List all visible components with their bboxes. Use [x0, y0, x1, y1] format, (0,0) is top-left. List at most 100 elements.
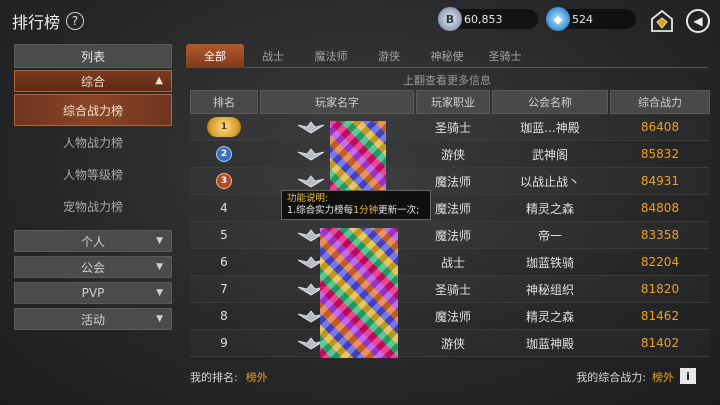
rank-cell: 3 — [190, 168, 258, 195]
my-power-label: 我的综合战力: — [576, 371, 646, 384]
col-power: 综合战力 — [610, 90, 710, 114]
rank-cell: 1 — [190, 114, 258, 141]
rank-number: 8 — [220, 309, 228, 323]
rank-number: 7 — [220, 282, 228, 296]
class-cell: 游侠 — [440, 147, 465, 162]
guild-emblem-icon — [298, 148, 324, 161]
guild-cell: 珈蓝铁骑 — [525, 255, 574, 270]
class-cell: 战士 — [440, 255, 465, 270]
gold-balance[interactable]: B 60,853 — [438, 7, 538, 31]
sidebar-item-pet-power[interactable]: 宠物战力榜 — [14, 190, 172, 222]
guild-cell: 精灵之森 — [525, 309, 574, 324]
power-cell: 82204 — [640, 255, 680, 269]
power-cell: 81820 — [640, 282, 680, 296]
sidebar-category-guild[interactable]: 公会 ▼ — [14, 256, 172, 278]
rank-number: 9 — [220, 336, 228, 350]
name-mosaic — [330, 121, 386, 191]
table-row[interactable]: 6 战士 珈蓝铁骑 82204 — [190, 249, 710, 276]
tab-mage[interactable]: 魔法师 — [302, 44, 360, 68]
category-label: PVP — [81, 286, 105, 300]
table-row[interactable]: 5 魔法师 帝一 83358 — [190, 222, 710, 249]
tooltip-text: 1.综合实力榜每 — [287, 205, 354, 216]
name-mosaic — [320, 228, 398, 358]
sidebar-header: 列表 — [14, 44, 172, 68]
tab-ranger[interactable]: 游侠 — [360, 44, 418, 68]
class-cell: 游侠 — [440, 336, 465, 351]
table-row[interactable]: 3 魔法师 以战止战丶 84931 — [190, 168, 710, 195]
sidebar-item-character-power[interactable]: 人物战力榜 — [14, 126, 172, 158]
power-cell: 85832 — [640, 147, 680, 161]
col-player: 玩家名字 — [260, 90, 414, 114]
rank-medal-icon: 3 — [216, 173, 232, 189]
sidebar-item-overall-power[interactable]: 综合战力榜 — [14, 94, 172, 126]
table-header: 排名 玩家名字 玩家职业 公会名称 综合战力 — [190, 90, 710, 114]
sidebar-item-character-level[interactable]: 人物等级榜 — [14, 158, 172, 190]
rank-cell: 7 — [190, 276, 258, 303]
power-cell: 83358 — [640, 228, 680, 242]
rank-cell: 8 — [190, 303, 258, 330]
gem-balance[interactable]: ◆ 524 — [546, 7, 636, 31]
guild-cell: 以战止战丶 — [519, 174, 580, 189]
power-cell: 81402 — [640, 336, 680, 350]
power-cell: 86408 — [640, 120, 680, 134]
table-row[interactable]: 8 魔法师 精灵之森 81462 — [190, 303, 710, 330]
expand-down-icon: ▼ — [156, 236, 163, 246]
back-icon: ◀ — [693, 14, 703, 28]
class-cell: 魔法师 — [434, 228, 471, 243]
rank-number: 4 — [220, 201, 228, 215]
sidebar-category-events[interactable]: 活动 ▼ — [14, 308, 172, 330]
my-rank-footer: 我的排名: 榜外 我的综合战力: 榜外 i — [190, 366, 710, 388]
help-icon[interactable]: ? — [66, 12, 85, 30]
shop-icon[interactable] — [650, 9, 674, 33]
rank-cell: 2 — [190, 141, 258, 168]
expand-down-icon: ▼ — [156, 288, 163, 298]
rank-medal-icon: 2 — [216, 146, 232, 162]
power-cell: 84808 — [640, 201, 680, 215]
sidebar: 列表 综合 ▲ 综合战力榜 人物战力榜 人物等级榜 宠物战力榜 个人 ▼ 公会 … — [14, 44, 172, 330]
gem-amount: 524 — [572, 12, 593, 26]
table-row[interactable]: 7 圣骑士 神秘组织 81820 — [190, 276, 710, 303]
info-icon[interactable]: i — [680, 368, 696, 384]
power-cell: 84931 — [640, 174, 680, 188]
class-cell: 圣骑士 — [434, 120, 471, 135]
tooltip-text: 更新一次; — [378, 205, 420, 216]
col-rank: 排名 — [190, 90, 258, 114]
guild-emblem-icon — [298, 175, 324, 188]
col-guild: 公会名称 — [492, 90, 608, 114]
rank-cell: 9 — [190, 330, 258, 357]
table-row[interactable]: 2 游侠 武神阁 85832 — [190, 141, 710, 168]
sidebar-category-pvp[interactable]: PVP ▼ — [14, 282, 172, 304]
function-tooltip: 功能说明: 1.综合实力榜每1分钟更新一次; — [281, 190, 431, 220]
rank-medal-icon: 1 — [207, 117, 241, 137]
guild-cell: 珈蓝...神殿 — [520, 120, 580, 135]
gold-amount: 60,853 — [464, 12, 503, 26]
rank-cell: 6 — [190, 249, 258, 276]
table-row[interactable]: 1 圣骑士 珈蓝...神殿 86408 — [190, 114, 710, 141]
tooltip-title: 功能说明: — [287, 193, 329, 204]
rank-cell: 4 — [190, 195, 258, 222]
rank-number: 6 — [220, 255, 228, 269]
power-cell: 81462 — [640, 309, 680, 323]
my-rank-value: 榜外 — [245, 371, 268, 384]
sidebar-group-overall[interactable]: 综合 ▲ — [14, 70, 172, 92]
tab-mystic[interactable]: 神秘使 — [418, 44, 476, 68]
guild-emblem-icon — [298, 121, 324, 134]
sidebar-category-personal[interactable]: 个人 ▼ — [14, 230, 172, 252]
scroll-hint: 上翻查看更多信息 — [403, 74, 491, 87]
back-button[interactable]: ◀ — [686, 9, 710, 33]
guild-cell: 武神阁 — [531, 147, 568, 162]
table-row[interactable]: 4 魔法师 精灵之森 84808 — [190, 195, 710, 222]
page-title: 排行榜 — [12, 13, 61, 32]
class-cell: 魔法师 — [434, 309, 471, 324]
sidebar-group-label: 综合 — [80, 74, 105, 89]
tooltip-highlight: 1分钟 — [353, 205, 379, 216]
my-power-value: 榜外 — [652, 371, 674, 384]
tab-warrior[interactable]: 战士 — [244, 44, 302, 68]
expand-down-icon: ▼ — [156, 314, 163, 324]
table-row[interactable]: 9 游侠 珈蓝神殿 81402 — [190, 330, 710, 357]
tab-all[interactable]: 全部 — [186, 44, 244, 68]
tab-paladin[interactable]: 圣骑士 — [476, 44, 534, 68]
guild-cell: 精灵之森 — [525, 201, 574, 216]
my-rank-label: 我的排名: — [190, 371, 238, 384]
guild-cell: 神秘组织 — [525, 282, 574, 297]
